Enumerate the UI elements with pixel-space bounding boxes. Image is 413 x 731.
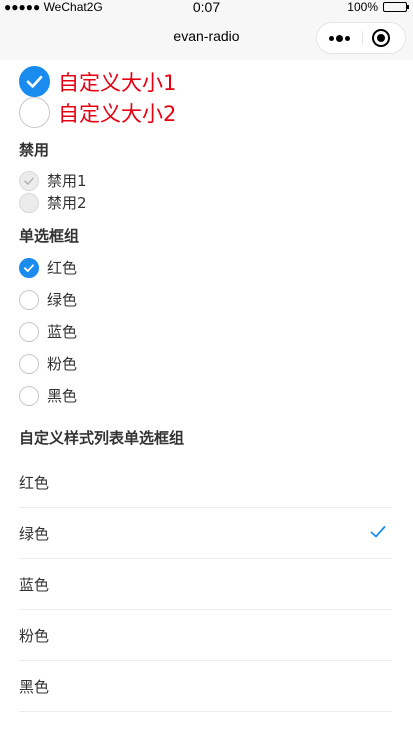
list-item-green[interactable]: 绿色 — [19, 508, 392, 559]
radio-disabled-icon — [19, 192, 39, 213]
group-radio-green[interactable]: 绿色 — [19, 289, 77, 310]
list-item-black[interactable]: 黑色 — [19, 661, 392, 712]
disabled-radio-2: 禁用2 — [19, 192, 87, 213]
checkmark-icon — [370, 526, 386, 538]
battery-icon — [383, 2, 409, 12]
list-label-red: 红色 — [19, 474, 50, 492]
list-label-blue: 蓝色 — [19, 576, 50, 594]
disabled-label-2: 禁用2 — [47, 194, 87, 212]
group-label-blue: 蓝色 — [47, 323, 78, 341]
group-radio-pink[interactable]: 粉色 — [19, 353, 77, 374]
disabled-label-1: 禁用1 — [47, 172, 87, 190]
battery-percent: 100% — [347, 0, 378, 14]
list-item-blue[interactable]: 蓝色 — [19, 559, 392, 610]
radio-checked-icon[interactable] — [19, 257, 39, 278]
custom-size-label-1: 自定义大小1 — [58, 70, 177, 95]
status-bar: ●●●●● WeChat2G 0:07 100% — [0, 0, 413, 15]
section-title-disabled: 禁用 — [19, 141, 50, 159]
section-title-radio-group: 单选框组 — [19, 227, 80, 245]
battery-status: 100% — [347, 0, 409, 14]
group-radio-black[interactable]: 黑色 — [19, 385, 77, 406]
group-label-black: 黑色 — [47, 387, 78, 405]
more-icon[interactable] — [329, 23, 369, 53]
custom-size-radio-1[interactable]: 自定义大小1 — [19, 66, 176, 97]
capsule-divider — [362, 31, 363, 45]
list-item-red[interactable]: 红色 — [19, 457, 392, 508]
section-title-list-group: 自定义样式列表单选框组 — [19, 429, 185, 447]
group-label-red: 红色 — [47, 259, 78, 277]
radio-checked-icon[interactable] — [19, 66, 50, 97]
group-radio-blue[interactable]: 蓝色 — [19, 321, 77, 342]
close-miniprogram-icon[interactable] — [372, 29, 390, 47]
radio-unchecked-icon[interactable] — [19, 321, 39, 342]
radio-unchecked-icon[interactable] — [19, 353, 39, 374]
nav-bar: evan-radio — [0, 14, 413, 60]
group-label-green: 绿色 — [47, 291, 78, 309]
mini-program-capsule — [316, 22, 406, 54]
group-radio-red[interactable]: 红色 — [19, 257, 77, 278]
list-item-pink[interactable]: 粉色 — [19, 610, 392, 661]
list-label-black: 黑色 — [19, 678, 50, 696]
radio-disabled-checked-icon — [19, 170, 39, 191]
radio-unchecked-icon[interactable] — [19, 289, 39, 310]
radio-unchecked-icon[interactable] — [19, 385, 39, 406]
custom-size-label-2: 自定义大小2 — [58, 101, 177, 126]
disabled-radio-1: 禁用1 — [19, 170, 87, 191]
custom-size-radio-2[interactable]: 自定义大小2 — [19, 97, 176, 128]
list-label-pink: 粉色 — [19, 627, 50, 645]
group-label-pink: 粉色 — [47, 355, 78, 373]
list-label-green: 绿色 — [19, 525, 50, 543]
radio-unchecked-icon[interactable] — [19, 97, 50, 128]
